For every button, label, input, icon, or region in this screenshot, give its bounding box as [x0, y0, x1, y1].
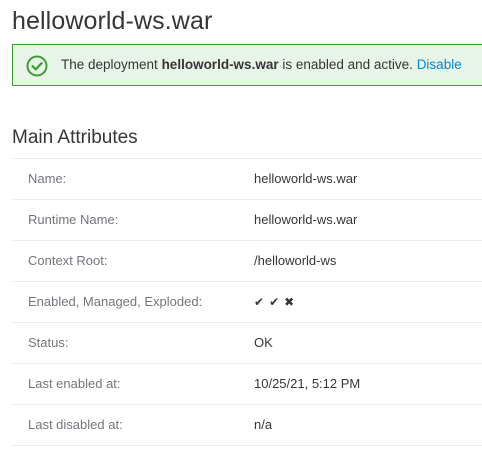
attribute-row-status: Status: OK: [12, 323, 482, 364]
attribute-label: Last disabled at:: [28, 417, 123, 432]
check-circle-icon: [26, 55, 48, 77]
attribute-row-last-enabled: Last enabled at: 10/25/21, 5:12 PM: [12, 364, 482, 405]
attribute-label: Enabled, Managed, Exploded:: [28, 294, 203, 309]
attributes-table: Name: helloworld-ws.war Runtime Name: he…: [12, 158, 482, 446]
alert-deployment-name: helloworld-ws.war: [161, 57, 279, 72]
page-title: helloworld-ws.war: [12, 7, 213, 35]
section-title: Main Attributes: [12, 127, 138, 148]
enabled-check-icon: ✔: [254, 295, 265, 309]
attribute-value: 10/25/21, 5:12 PM: [254, 376, 361, 391]
status-value: OK: [254, 335, 273, 350]
attribute-row-last-disabled: Last disabled at: n/a: [12, 405, 482, 446]
managed-check-icon: ✔: [269, 295, 280, 309]
attribute-label: Context Root:: [28, 253, 108, 268]
attribute-label: Last enabled at:: [28, 376, 121, 391]
attribute-value: n/a: [254, 417, 273, 432]
exploded-x-icon: ✖: [284, 295, 295, 309]
attribute-value: helloworld-ws.war: [254, 171, 358, 186]
alert-suffix: is enabled and active.: [278, 57, 417, 72]
alert-message: The deployment helloworld-ws.war is enab…: [61, 45, 462, 85]
attribute-row-flags: Enabled, Managed, Exploded: ✔ ✔ ✖: [12, 282, 482, 323]
context-root-link[interactable]: /helloworld-ws: [254, 241, 336, 281]
disable-link[interactable]: Disable: [417, 57, 462, 72]
flags-group: ✔ ✔ ✖: [254, 282, 294, 322]
deployment-page: helloworld-ws.war The deployment hellowo…: [0, 0, 482, 471]
attribute-row-runtime-name: Runtime Name: helloworld-ws.war: [12, 200, 482, 241]
alert-prefix: The deployment: [61, 57, 162, 72]
attribute-row-context-root: Context Root: /helloworld-ws: [12, 241, 482, 282]
attribute-row-name: Name: helloworld-ws.war: [12, 159, 482, 200]
attribute-label: Runtime Name:: [28, 212, 119, 227]
status-alert: The deployment helloworld-ws.war is enab…: [12, 44, 482, 86]
attribute-value: helloworld-ws.war: [254, 212, 358, 227]
attribute-label: Name:: [28, 171, 67, 186]
attribute-label: Status:: [28, 335, 69, 350]
